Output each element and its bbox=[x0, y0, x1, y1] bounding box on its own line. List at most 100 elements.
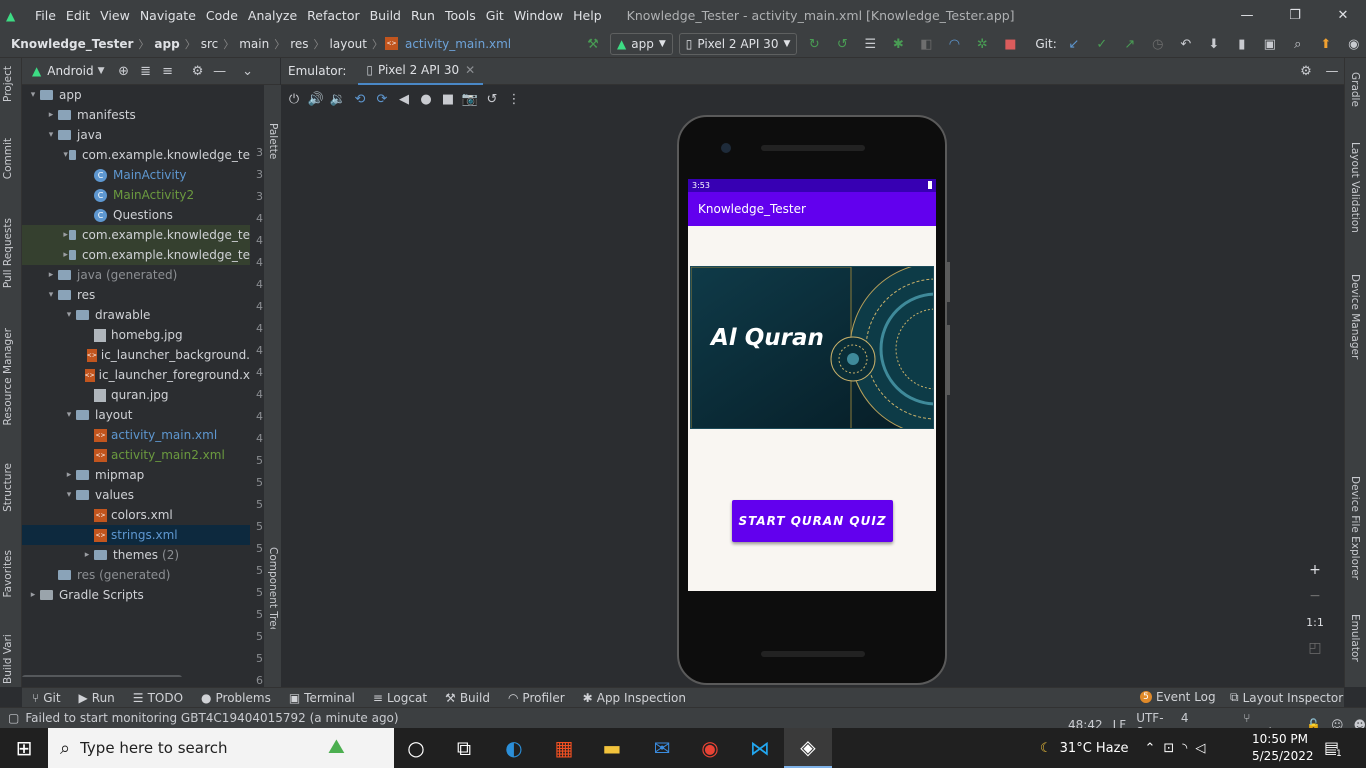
tool-git[interactable]: ⑂ Git bbox=[32, 691, 61, 705]
stop-icon[interactable]: ■ bbox=[999, 33, 1021, 55]
wifi-icon[interactable]: ◝ bbox=[1182, 741, 1187, 756]
horizontal-scrollbar[interactable] bbox=[22, 675, 182, 677]
hide-emulator-icon[interactable]: — bbox=[1321, 60, 1343, 82]
rerun-icon[interactable]: ↻ bbox=[803, 33, 825, 55]
zoom-fit-icon[interactable]: ◰ bbox=[1300, 635, 1330, 661]
tool-project[interactable]: Project bbox=[2, 66, 14, 102]
tool-layout-validation[interactable]: Layout Validation bbox=[1349, 142, 1361, 233]
tree-item[interactable]: ▾ res bbox=[22, 285, 250, 305]
screenshot-icon[interactable]: 📷 bbox=[459, 88, 481, 110]
tool-resource-manager[interactable]: Resource Manager bbox=[2, 328, 14, 426]
tool-device-file-explorer[interactable]: Device File Explorer bbox=[1349, 476, 1361, 580]
run-config-dropdown[interactable]: ▲ app ▼ bbox=[610, 33, 673, 55]
zoom-actual-button[interactable]: 1:1 bbox=[1300, 609, 1330, 635]
vscode-icon[interactable]: ⋈ bbox=[736, 728, 784, 768]
project-view-dropdown[interactable]: Android bbox=[47, 64, 93, 78]
menu-navigate[interactable]: Navigate bbox=[135, 8, 201, 23]
tool-gradle[interactable]: Gradle bbox=[1349, 72, 1361, 107]
chevron-down-icon[interactable]: ▾ bbox=[62, 150, 69, 160]
volume-up-icon[interactable]: 🔊 bbox=[305, 88, 327, 110]
tree-item[interactable]: ▸ mipmap bbox=[22, 465, 250, 485]
edge-icon[interactable]: ◐ bbox=[490, 728, 538, 768]
chevron-down-icon[interactable]: ▾ bbox=[62, 310, 76, 320]
tree-item[interactable]: ▸ themes (2) bbox=[22, 545, 250, 565]
chevron-right-icon[interactable]: ▸ bbox=[44, 110, 58, 120]
device-manager-icon[interactable]: ▮ bbox=[1231, 33, 1253, 55]
tool-terminal[interactable]: ▣ Terminal bbox=[289, 691, 355, 705]
menu-refactor[interactable]: Refactor bbox=[302, 8, 364, 23]
tree-item[interactable]: res (generated) bbox=[22, 565, 250, 585]
tree-item[interactable]: <> strings.xml bbox=[22, 525, 250, 545]
volume-down-icon[interactable]: 🔉 bbox=[327, 88, 349, 110]
device-dropdown[interactable]: ▯ Pixel 2 API 30 ▼ bbox=[678, 33, 798, 55]
breadcrumb-layout[interactable]: layout bbox=[327, 37, 370, 51]
breadcrumb-app[interactable]: app bbox=[151, 37, 182, 51]
tree-item[interactable]: ▾ java bbox=[22, 125, 250, 145]
overview-icon[interactable]: ■ bbox=[437, 88, 459, 110]
file-explorer-icon[interactable]: ▬ bbox=[588, 728, 636, 768]
tree-item[interactable]: quran.jpg bbox=[22, 385, 250, 405]
task-view-icon[interactable]: ⧉ bbox=[440, 728, 488, 768]
tree-item[interactable]: C MainActivity2 bbox=[22, 185, 250, 205]
breadcrumb-res[interactable]: res bbox=[287, 37, 311, 51]
git-commit-icon[interactable]: ✓ bbox=[1091, 33, 1113, 55]
git-update-icon[interactable]: ↙ bbox=[1063, 33, 1085, 55]
volume-icon[interactable]: ◁ bbox=[1195, 741, 1205, 756]
tool-emulator[interactable]: Emulator bbox=[1349, 614, 1361, 662]
tool-todo[interactable]: ☰ TODO bbox=[133, 691, 183, 705]
avd-icon[interactable]: ▣ bbox=[1259, 33, 1281, 55]
phone-side-button[interactable] bbox=[946, 262, 950, 302]
menu-run[interactable]: Run bbox=[406, 8, 440, 23]
breadcrumb-file[interactable]: activity_main.xml bbox=[402, 37, 514, 51]
tree-item[interactable]: ▸ com.example.knowledge_te bbox=[22, 225, 250, 245]
tree-item[interactable]: ▾ com.example.knowledge_te bbox=[22, 145, 250, 165]
tool-pull-requests[interactable]: Pull Requests bbox=[2, 218, 14, 288]
tree-item[interactable]: ▾ values bbox=[22, 485, 250, 505]
chevron-down-icon[interactable]: ▾ bbox=[44, 290, 58, 300]
tree-item[interactable]: ▾ app bbox=[22, 85, 250, 105]
back-icon[interactable]: ◀ bbox=[393, 88, 415, 110]
menu-file[interactable]: File bbox=[30, 8, 61, 23]
tool-app-inspection[interactable]: ✱ App Inspection bbox=[583, 691, 686, 705]
chevron-right-icon[interactable]: ▸ bbox=[80, 550, 94, 560]
tree-item[interactable]: ▸ java (generated) bbox=[22, 265, 250, 285]
menu-edit[interactable]: Edit bbox=[61, 8, 95, 23]
menu-help[interactable]: Help bbox=[568, 8, 607, 23]
windows-start-icon[interactable]: ⊞ bbox=[0, 728, 48, 768]
restore-icon[interactable]: ❐ bbox=[1272, 0, 1318, 30]
tool-structure[interactable]: Structure bbox=[2, 463, 14, 512]
tree-item[interactable]: ▸ Gradle Scripts bbox=[22, 585, 250, 605]
tree-item[interactable]: homebg.jpg bbox=[22, 325, 250, 345]
zoom-out-button[interactable]: − bbox=[1300, 583, 1330, 609]
close-icon[interactable]: ✕ bbox=[1320, 0, 1366, 30]
expand-all-icon[interactable]: ≣ bbox=[135, 60, 157, 82]
start-quiz-button[interactable]: START QURAN QUIZ bbox=[732, 500, 893, 542]
zoom-in-button[interactable]: + bbox=[1300, 557, 1330, 583]
breadcrumb-src[interactable]: src bbox=[198, 37, 222, 51]
chevron-down-icon[interactable]: ▾ bbox=[26, 90, 40, 100]
tool-build-variants[interactable]: Build Variants bbox=[2, 634, 14, 684]
tree-item[interactable]: ▸ com.example.knowledge_te bbox=[22, 245, 250, 265]
tool-commit[interactable]: Commit bbox=[2, 138, 14, 179]
store-icon[interactable]: ▦ bbox=[540, 728, 588, 768]
snapshot-icon[interactable]: ↺ bbox=[481, 88, 503, 110]
tree-item[interactable]: ▾ layout bbox=[22, 405, 250, 425]
git-push-icon[interactable]: ↗ bbox=[1119, 33, 1141, 55]
apply-changes-icon[interactable]: ↺ bbox=[831, 33, 853, 55]
tree-item[interactable]: <> ic_launcher_background. bbox=[22, 345, 250, 365]
hammer-icon[interactable]: ⚒ bbox=[582, 33, 604, 55]
debug-attach-icon[interactable]: ✲ bbox=[971, 33, 993, 55]
weather-text[interactable]: 31°C Haze bbox=[1060, 741, 1129, 756]
component-tree-tab[interactable]: Component Tree bbox=[267, 547, 279, 629]
power-icon[interactable]: ⏻ bbox=[283, 88, 305, 110]
emulator-tab[interactable]: ▯ Pixel 2 API 30 ✕ bbox=[358, 58, 484, 85]
menu-code[interactable]: Code bbox=[201, 8, 243, 23]
settings-icon[interactable]: ⚙ bbox=[1295, 60, 1317, 82]
collapse-all-icon[interactable]: ≡ bbox=[157, 60, 179, 82]
menu-analyze[interactable]: Analyze bbox=[243, 8, 302, 23]
tool-profiler[interactable]: ◠ Profiler bbox=[508, 691, 565, 705]
tool-favorites[interactable]: Favorites bbox=[2, 550, 14, 597]
user-icon[interactable]: ◉ bbox=[1343, 33, 1365, 55]
menu-git[interactable]: Git bbox=[481, 8, 509, 23]
debug-icon[interactable]: ✱ bbox=[887, 33, 909, 55]
